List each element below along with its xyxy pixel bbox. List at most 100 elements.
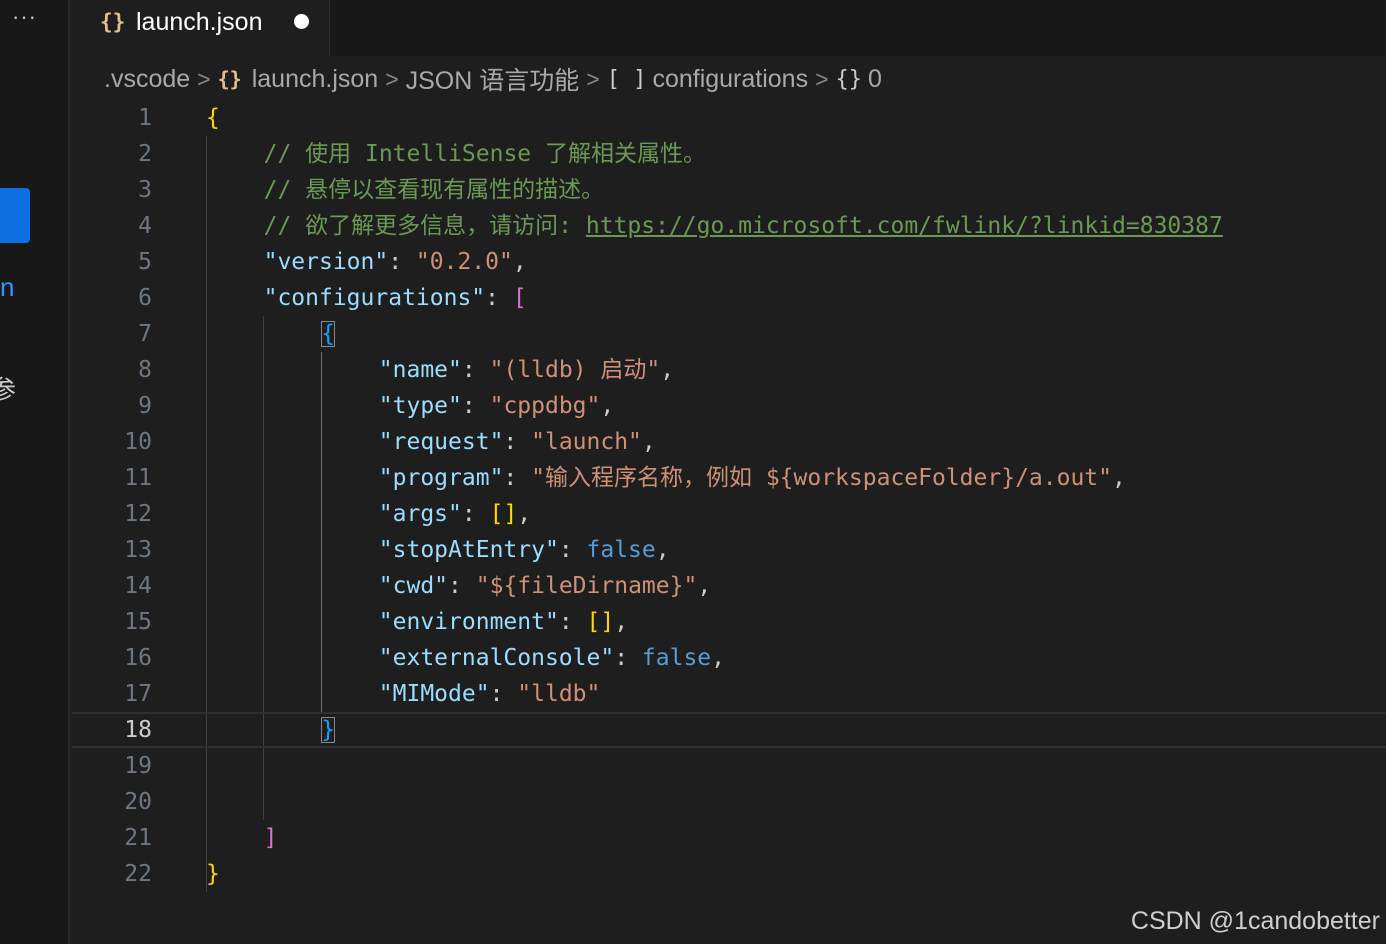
code-line[interactable]: 5 "version": "0.2.0", bbox=[72, 244, 1386, 280]
bracket-token: [] bbox=[489, 501, 518, 527]
json-string: "launch" bbox=[531, 429, 642, 455]
punctuation: : bbox=[485, 285, 513, 311]
code-content: // 悬停以查看现有属性的描述。 bbox=[264, 172, 605, 208]
code-line[interactable]: 17 "MIMode": "lldb" bbox=[72, 676, 1386, 712]
punctuation: : bbox=[558, 537, 587, 563]
json-key: "environment" bbox=[378, 609, 559, 635]
code-content: // 使用 IntelliSense 了解相关属性。 bbox=[264, 136, 706, 172]
bracket-token: } bbox=[321, 717, 336, 743]
code-line[interactable]: 20 bbox=[72, 784, 1386, 820]
line-number: 13 bbox=[124, 537, 152, 563]
json-string: "输入程序名称，例如 ${workspaceFolder}/a.out" bbox=[531, 465, 1112, 491]
punctuation: , bbox=[517, 501, 532, 527]
line-number: 5 bbox=[138, 249, 152, 275]
code-line[interactable]: 18} bbox=[72, 712, 1386, 748]
code-line[interactable]: 16 "externalConsole": false, bbox=[72, 640, 1386, 676]
bracket-token: } bbox=[206, 861, 220, 887]
line-number: 16 bbox=[124, 645, 152, 671]
code-content: } bbox=[206, 856, 220, 892]
code-line[interactable]: 12 "args": [], bbox=[72, 496, 1386, 532]
code-line[interactable]: 4 // 欲了解更多信息，请访问: https://go.microsoft.co… bbox=[72, 208, 1386, 244]
code-content: "version": "0.2.0", bbox=[264, 244, 527, 280]
code-content: "configurations": [ bbox=[264, 280, 527, 316]
breadcrumb-item-configurations[interactable]: configurations bbox=[652, 65, 808, 94]
json-boolean: false bbox=[641, 645, 712, 671]
comment-token: // 欲了解更多信息，请访问: bbox=[263, 213, 586, 239]
breadcrumb-item-index[interactable]: 0 bbox=[868, 65, 882, 94]
json-string: "${fileDirname}" bbox=[475, 573, 698, 599]
code-content: { bbox=[206, 100, 220, 136]
code-line[interactable]: 9 "type": "cppdbg", bbox=[72, 388, 1386, 424]
code-line[interactable]: 8 "name": "(lldb) 启动", bbox=[72, 352, 1386, 388]
line-number: 8 bbox=[138, 357, 152, 383]
code-line[interactable]: 10 "request": "launch", bbox=[72, 424, 1386, 460]
punctuation: : bbox=[489, 681, 518, 707]
json-key: "cwd" bbox=[378, 573, 449, 599]
punctuation: : bbox=[461, 357, 490, 383]
code-content: // 欲了解更多信息，请访问: https://go.microsoft.com… bbox=[264, 208, 1223, 244]
punctuation: , bbox=[655, 537, 670, 563]
line-number: 18 bbox=[124, 717, 152, 743]
code-line[interactable]: 1{ bbox=[72, 100, 1386, 136]
punctuation: , bbox=[697, 573, 712, 599]
punctuation: , bbox=[641, 429, 656, 455]
code-editor[interactable]: 1{ 2 // 使用 IntelliSense 了解相关属性。 3 // 悬停以查看现有… bbox=[72, 100, 1386, 944]
json-key: "externalConsole" bbox=[378, 645, 615, 671]
code-line[interactable]: 21] bbox=[72, 820, 1386, 856]
line-number: 3 bbox=[138, 177, 152, 203]
code-content: "type": "cppdbg", bbox=[379, 388, 614, 424]
code-line[interactable]: 6 "configurations": [ bbox=[72, 280, 1386, 316]
tab-bar: {} launch.json bbox=[72, 0, 1386, 56]
url-link[interactable]: https://go.microsoft.com/fwlink/?linkid=… bbox=[586, 213, 1223, 239]
code-line[interactable]: 19 bbox=[72, 748, 1386, 784]
punctuation: : bbox=[461, 393, 490, 419]
punctuation: : bbox=[388, 249, 416, 275]
line-number: 6 bbox=[138, 285, 152, 311]
array-icon: [ ] bbox=[606, 66, 647, 92]
chevron-right-icon: > bbox=[586, 65, 600, 92]
json-key: "program" bbox=[378, 465, 504, 491]
tab-label: launch.json bbox=[136, 8, 263, 36]
line-number: 20 bbox=[124, 789, 152, 815]
json-string: "0.2.0" bbox=[415, 249, 513, 275]
code-line[interactable]: 15 "environment": [], bbox=[72, 604, 1386, 640]
breadcrumb-item-vscode[interactable]: .vscode bbox=[104, 65, 190, 94]
code-content: "MIMode": "lldb" bbox=[379, 676, 601, 712]
json-string: "cppdbg" bbox=[489, 393, 601, 419]
punctuation: , bbox=[512, 249, 527, 275]
chevron-right-icon: > bbox=[815, 65, 829, 92]
line-number: 9 bbox=[138, 393, 152, 419]
side-panel: ··· n 参 bbox=[0, 0, 70, 944]
json-boolean: false bbox=[586, 537, 656, 563]
tab-launch-json[interactable]: {} launch.json bbox=[72, 0, 330, 56]
json-key: "configurations" bbox=[263, 285, 486, 311]
code-line[interactable]: 11 "program": "输入程序名称，例如 ${workspaceFolde… bbox=[72, 460, 1386, 496]
chevron-right-icon: > bbox=[385, 65, 399, 92]
more-actions-icon[interactable]: ··· bbox=[12, 4, 37, 30]
code-line[interactable]: 3 // 悬停以查看现有属性的描述。 bbox=[72, 172, 1386, 208]
code-line[interactable]: 13 "stopAtEntry": false, bbox=[72, 532, 1386, 568]
code-line[interactable]: 22} bbox=[72, 856, 1386, 892]
unsaved-dot-icon[interactable] bbox=[294, 14, 309, 29]
breadcrumb-item-file[interactable]: launch.json bbox=[252, 65, 378, 94]
line-number: 22 bbox=[124, 861, 152, 887]
line-number: 2 bbox=[138, 141, 152, 167]
json-key: "type" bbox=[378, 393, 462, 419]
code-content: "externalConsole": false, bbox=[379, 640, 725, 676]
side-primary-button[interactable] bbox=[0, 188, 30, 243]
punctuation: : bbox=[614, 645, 642, 671]
json-string: "(lldb) 启动" bbox=[489, 357, 661, 383]
code-line[interactable]: 7{ bbox=[72, 316, 1386, 352]
bracket-token: { bbox=[321, 321, 336, 347]
punctuation: : bbox=[503, 429, 532, 455]
punctuation: , bbox=[600, 393, 615, 419]
code-line[interactable]: 2 // 使用 IntelliSense 了解相关属性。 bbox=[72, 136, 1386, 172]
code-content: ] bbox=[264, 820, 278, 856]
json-key: "request" bbox=[378, 429, 504, 455]
line-number: 10 bbox=[124, 429, 152, 455]
json-key: "version" bbox=[263, 249, 389, 275]
punctuation: : bbox=[448, 573, 476, 599]
breadcrumb-item-language[interactable]: JSON 语言功能 bbox=[406, 61, 580, 97]
code-content: } bbox=[321, 714, 336, 746]
code-line[interactable]: 14 "cwd": "${fileDirname}", bbox=[72, 568, 1386, 604]
